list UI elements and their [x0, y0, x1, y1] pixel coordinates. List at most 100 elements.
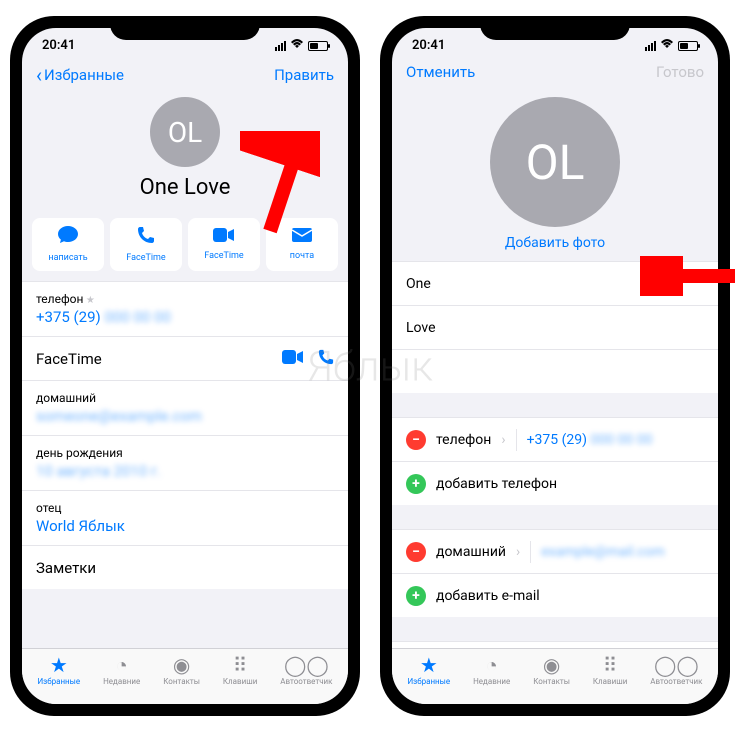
tab-bar: ★Избранные ◔Недавние ◉Контакты ⠿Клавиши … [392, 648, 718, 704]
chevron-right-icon: › [516, 544, 520, 560]
add-email-row[interactable]: + добавить e-mail [392, 573, 718, 617]
tab-keypad[interactable]: ⠿Клавиши [223, 655, 257, 686]
phone-label: телефон [36, 292, 334, 306]
nav-header: ‹ Избранные Править [22, 55, 348, 91]
message-icon [58, 226, 78, 249]
facetime-row[interactable]: FaceTime [22, 336, 348, 380]
contact-name: One Love [140, 175, 231, 200]
ringtone-row[interactable]: Рингтон По умолчанию › [392, 641, 718, 648]
star-icon: ★ [50, 655, 68, 675]
wifi-icon [660, 38, 674, 53]
keypad-icon: ⠿ [233, 655, 248, 675]
avatar[interactable]: OL [490, 97, 620, 227]
birthday-value: 10 августа 2010 г. [36, 462, 334, 480]
chevron-right-icon: › [501, 432, 505, 448]
add-photo-button[interactable]: Добавить фото [505, 235, 605, 251]
phone-value: +375 (29) 000 00 00 [36, 308, 334, 326]
section-gap [392, 505, 718, 529]
tab-contacts[interactable]: ◉Контакты [163, 655, 200, 686]
message-button[interactable]: написать [32, 218, 104, 271]
phone-frame-left: 20:41 ‹ Избранные Править OL One Love [10, 16, 360, 716]
back-button[interactable]: ‹ Избранные [36, 63, 124, 87]
notch [480, 16, 630, 40]
phone-value: +375 (29) 000 00 00 [527, 432, 653, 448]
add-phone-row[interactable]: + добавить телефон [392, 461, 718, 505]
voicemail-icon: ◯◯ [284, 655, 329, 675]
email-value: example@mail.com [541, 544, 665, 560]
chevron-left-icon: ‹ [36, 63, 42, 87]
birthday-row[interactable]: день рождения 10 августа 2010 г. [22, 435, 348, 490]
keypad-icon: ⠿ [603, 655, 618, 675]
battery-icon [308, 41, 328, 51]
video-icon[interactable] [282, 349, 304, 369]
cancel-button[interactable]: Отменить [406, 63, 475, 81]
clock-icon: ◔ [486, 655, 498, 675]
cancel-label: Отменить [406, 63, 475, 81]
add-icon: + [406, 586, 426, 606]
father-label: отец [36, 501, 334, 515]
status-indicators [275, 38, 328, 53]
profile-header: OL Добавить фото [392, 85, 718, 261]
section-gap [392, 617, 718, 641]
back-label: Избранные [44, 66, 124, 84]
contact-edit-content: OL Добавить фото One Love − телефон › +3… [392, 85, 718, 648]
done-button[interactable]: Готово [656, 63, 704, 81]
tab-recents[interactable]: ◔Недавние [103, 655, 140, 686]
edit-button[interactable]: Править [274, 66, 334, 84]
email-edit-row[interactable]: − домашний › example@mail.com [392, 529, 718, 573]
add-icon: + [406, 474, 426, 494]
avatar: OL [150, 97, 220, 167]
home-label: домашний [36, 391, 334, 405]
notes-label: Заметки [36, 559, 334, 577]
phone-icon [137, 226, 155, 249]
tab-voicemail[interactable]: ◯◯Автоответчик [280, 655, 332, 686]
person-icon: ◉ [173, 655, 190, 675]
home-email-row[interactable]: домашний someone@example.com [22, 380, 348, 435]
father-value: World Яблык [36, 517, 334, 535]
cellular-icon [645, 41, 656, 51]
notes-row[interactable]: Заметки [22, 545, 348, 589]
action-label: почта [290, 251, 314, 261]
video-icon [213, 226, 235, 247]
voicemail-icon: ◯◯ [654, 655, 699, 675]
tab-recents[interactable]: ◔Недавние [473, 655, 510, 686]
remove-icon[interactable]: − [406, 430, 426, 450]
annotation-arrow [240, 131, 320, 241]
facetime-audio-button[interactable]: FaceTime [110, 218, 182, 271]
section-gap [392, 393, 718, 417]
facetime-icons [282, 349, 334, 369]
last-name-field[interactable]: Love [392, 305, 718, 349]
remove-icon[interactable]: − [406, 542, 426, 562]
status-indicators [645, 38, 698, 53]
tab-contacts[interactable]: ◉Контакты [533, 655, 570, 686]
email-section: − домашний › example@mail.com + добавить… [392, 529, 718, 617]
tab-bar: ★Избранные ◔Недавние ◉Контакты ⠿Клавиши … [22, 648, 348, 704]
tab-voicemail[interactable]: ◯◯Автоответчик [650, 655, 702, 686]
company-field[interactable] [392, 349, 718, 393]
home-value: someone@example.com [36, 407, 334, 425]
screen-left: 20:41 ‹ Избранные Править OL One Love [22, 28, 348, 704]
status-time: 20:41 [412, 38, 445, 53]
clock-icon: ◔ [116, 655, 128, 675]
phone-edit-row[interactable]: − телефон › +375 (29) 000 00 00 [392, 417, 718, 461]
father-row[interactable]: отец World Яблык [22, 490, 348, 545]
phone-section: − телефон › +375 (29) 000 00 00 + добави… [392, 417, 718, 505]
action-label: FaceTime [204, 251, 243, 261]
tab-keypad[interactable]: ⠿Клавиши [593, 655, 627, 686]
screen-right: 20:41 Отменить Готово OL Добавить фото O… [392, 28, 718, 704]
phone-frame-right: 20:41 Отменить Готово OL Добавить фото O… [380, 16, 730, 716]
annotation-arrow [640, 256, 740, 296]
wifi-icon [290, 38, 304, 53]
cellular-icon [275, 41, 286, 51]
facetime-label: FaceTime [36, 350, 102, 368]
notch [110, 16, 260, 40]
phone-icon[interactable] [318, 349, 334, 369]
details-list: телефон +375 (29) 000 00 00 FaceTime дом… [22, 281, 348, 589]
person-icon: ◉ [543, 655, 560, 675]
tab-favorites[interactable]: ★Избранные [37, 655, 80, 686]
action-label: FaceTime [126, 253, 165, 263]
tab-favorites[interactable]: ★Избранные [407, 655, 450, 686]
birthday-label: день рождения [36, 446, 334, 460]
phone-row[interactable]: телефон +375 (29) 000 00 00 [22, 281, 348, 336]
nav-header: Отменить Готово [392, 55, 718, 85]
